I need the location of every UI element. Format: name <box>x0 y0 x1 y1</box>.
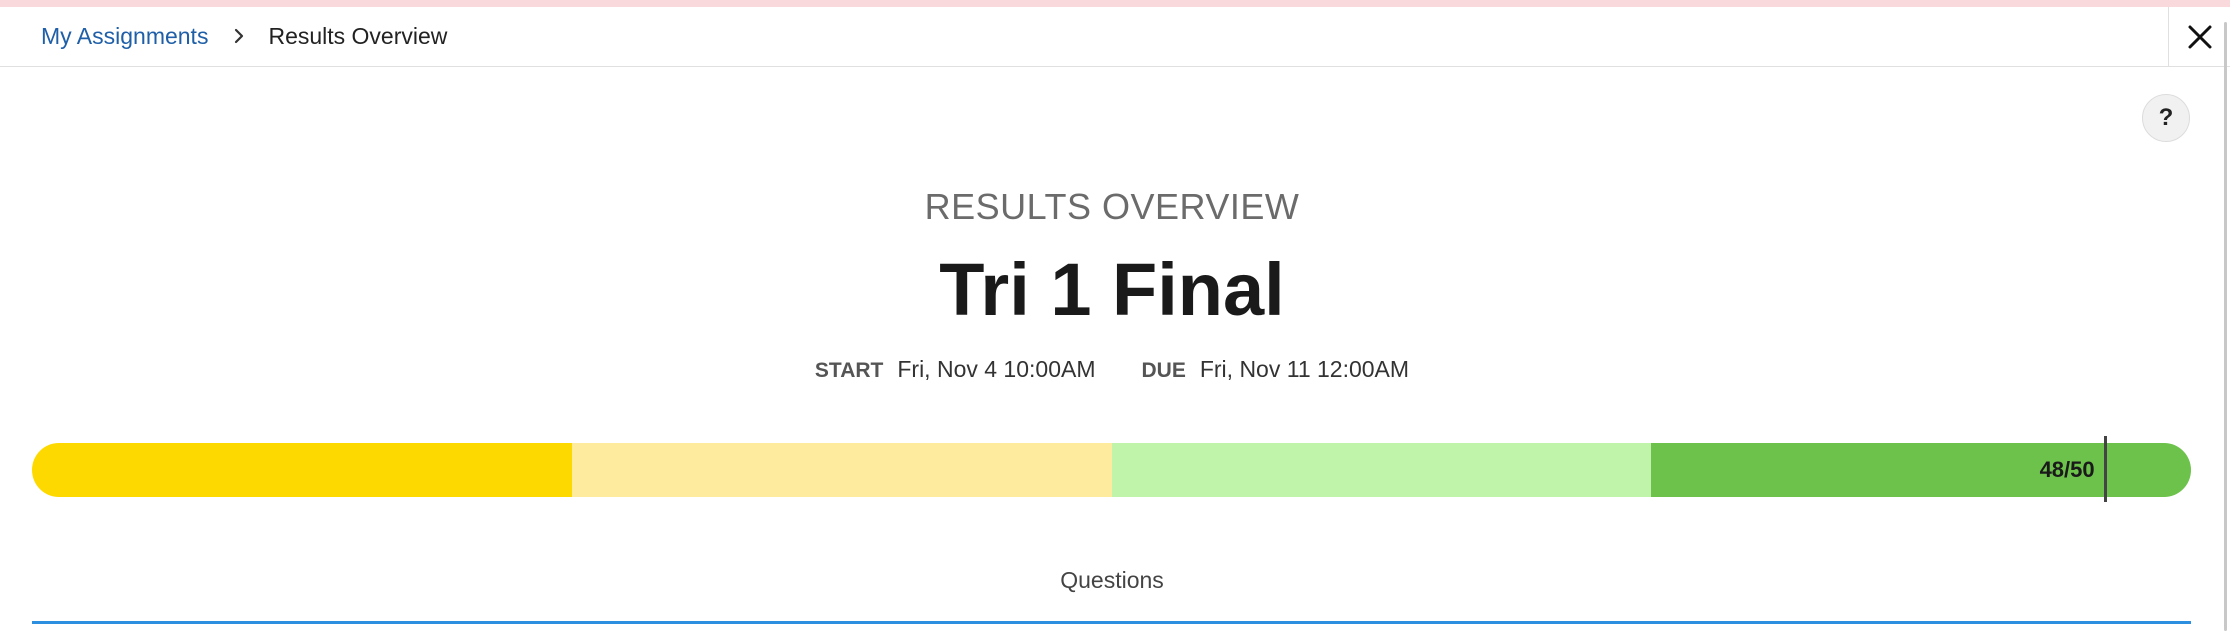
score-bar-segment-1 <box>32 443 572 497</box>
score-marker <box>2103 436 2107 502</box>
due-date-value: Fri, Nov 11 12:00AM <box>1199 356 1410 382</box>
score-text: 48/50 <box>2039 457 2095 482</box>
chevron-right-icon <box>226 23 252 49</box>
score-bar-segment-4 <box>1651 443 2191 497</box>
page-header: My Assignments Results Overview <box>0 7 2230 67</box>
start-date-value: Fri, Nov 4 10:00AM <box>897 356 1096 382</box>
start-label: START <box>814 359 884 382</box>
close-button[interactable] <box>2180 17 2220 57</box>
start-date-group: START Fri, Nov 4 10:00AM <box>815 356 1096 383</box>
vertical-scrollbar[interactable] <box>2224 22 2227 631</box>
close-area <box>2168 7 2230 67</box>
score-bar <box>32 443 2191 497</box>
breadcrumb-current: Results Overview <box>268 22 448 49</box>
assignment-dates: START Fri, Nov 4 10:00AM DUE Fri, Nov 11… <box>0 356 2224 383</box>
close-icon <box>2188 25 2211 49</box>
score-bar-segment-3 <box>1111 443 1652 497</box>
breadcrumb: My Assignments Results Overview <box>41 21 447 51</box>
due-date-group: DUE Fri, Nov 11 12:00AM <box>1142 356 1410 383</box>
due-label: DUE <box>1141 359 1186 382</box>
top-accent-strip <box>0 0 2230 7</box>
help-button[interactable]: ? <box>2142 94 2190 142</box>
score-bar-segment-2 <box>571 443 1112 497</box>
assignment-title: Tri 1 Final <box>939 248 1285 331</box>
tab-underline <box>32 621 2191 624</box>
page-overline: RESULTS OVERVIEW <box>924 186 1300 227</box>
tab-questions[interactable]: Questions <box>0 567 2224 594</box>
breadcrumb-my-assignments-link[interactable]: My Assignments <box>41 23 208 50</box>
